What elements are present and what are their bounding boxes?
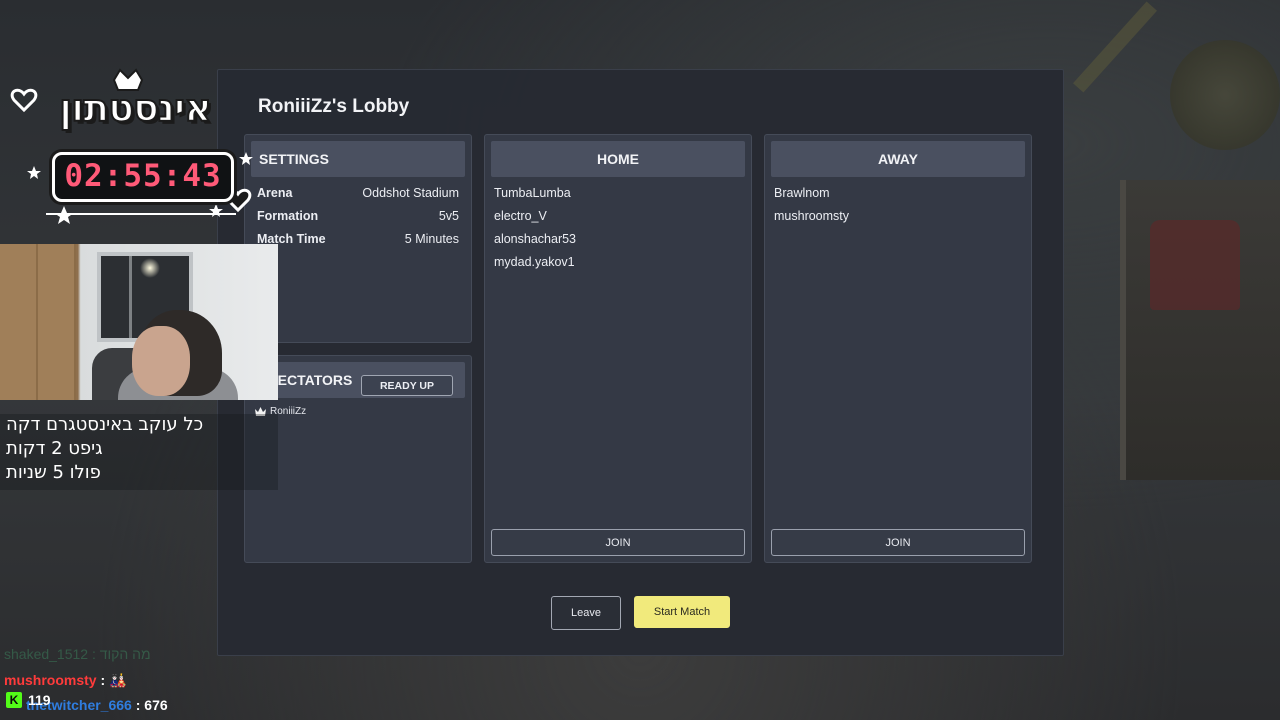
start-match-button[interactable]: Start Match (634, 596, 730, 628)
lobby-title: RoniiiZz's Lobby (258, 96, 410, 117)
chat-message: mushroomsty : 🎎 (4, 672, 127, 688)
setting-row-arena: Arena Oddshot Stadium (257, 186, 459, 200)
webcam-feed (0, 244, 278, 400)
setting-value: 5 Minutes (404, 232, 459, 246)
spectators-panel: SPECTATORS READY UP RoniiiZz (244, 355, 472, 563)
subathon-timer: 02:55:43 (52, 152, 234, 202)
home-player: alonshachar53 (494, 232, 577, 246)
chat-user: shaked_1512 (4, 646, 89, 662)
away-header: AWAY (771, 141, 1025, 177)
ready-up-button[interactable]: READY UP (361, 375, 453, 396)
background-badge (1170, 40, 1280, 150)
timer-value: 02:55:43 (64, 158, 222, 194)
spectators-header: SPECTATORS READY UP (251, 362, 465, 398)
info-line: פולו 5 שניות (6, 462, 101, 483)
chat-user: mushroomsty (4, 672, 97, 688)
away-player: mushroomsty (774, 209, 850, 223)
background-jersey (1150, 220, 1240, 310)
kick-icon: K (6, 692, 22, 708)
webcam-person-face (132, 326, 190, 396)
stream-logo: אינסטתון 02:55:43 (6, 66, 264, 226)
join-away-button[interactable]: JOIN (771, 529, 1025, 556)
webcam-light (140, 258, 160, 278)
lobby-window: RoniiiZz's Lobby SETTINGS Arena Oddshot … (217, 69, 1064, 656)
settings-header: SETTINGS (251, 141, 465, 177)
join-home-button[interactable]: JOIN (491, 529, 745, 556)
logo-title: אינסטתון (58, 85, 213, 131)
info-line: כל עוקב באינסטגרם דקה (6, 414, 204, 435)
chat-message: shaked_1512 : מה הקוד (4, 646, 151, 662)
viewer-count-value: 119 (28, 692, 51, 708)
leave-button[interactable]: Leave (551, 596, 621, 630)
stream-info-text: כל עוקב באינסטגרם דקה גיפט 2 דקות פולו 5… (0, 414, 278, 490)
setting-value: 5v5 (438, 209, 459, 223)
setting-row-match-time: Match Time 5 Minutes (257, 232, 459, 246)
home-player: electro_V (494, 209, 547, 223)
webcam-wardrobe (0, 244, 76, 400)
setting-row-formation: Formation 5v5 (257, 209, 459, 223)
chat-text: 🎎 (109, 672, 127, 688)
setting-label: Formation (257, 209, 319, 223)
home-team-panel: HOME TumbaLumba electro_V alonshachar53 … (484, 134, 752, 563)
setting-value: Oddshot Stadium (362, 186, 459, 200)
viewer-count: K 119 (6, 692, 51, 708)
home-player: mydad.yakov1 (494, 255, 575, 269)
settings-panel: SETTINGS Arena Oddshot Stadium Formation… (244, 134, 472, 343)
home-header: HOME (491, 141, 745, 177)
home-player: TumbaLumba (494, 186, 571, 200)
info-line: גיפט 2 דקות (6, 438, 103, 459)
chat-text: מה הקוד (99, 646, 151, 662)
background-stripe (1072, 1, 1158, 93)
chat-text: 676 (144, 697, 168, 713)
away-team-panel: AWAY Brawlnom mushroomsty JOIN (764, 134, 1032, 563)
away-player: Brawlnom (774, 186, 830, 200)
